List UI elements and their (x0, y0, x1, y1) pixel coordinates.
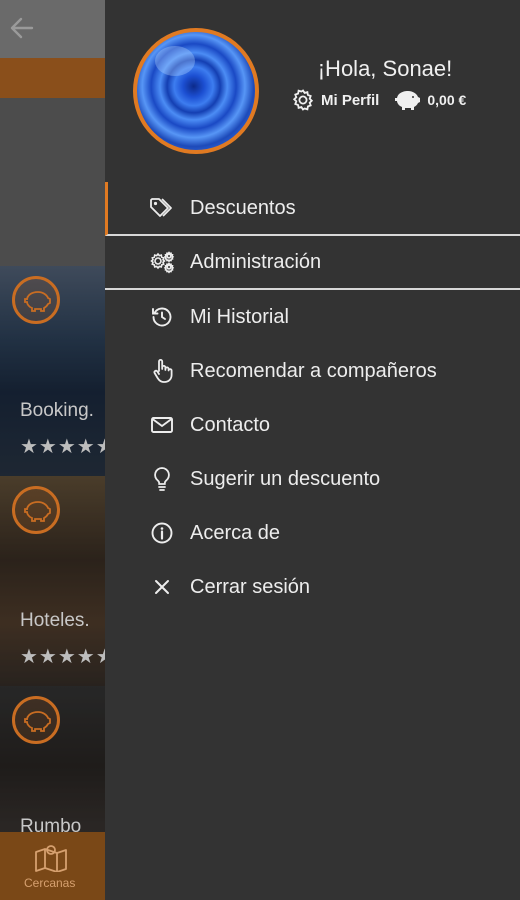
wallet-balance: 0,00 € (393, 89, 466, 111)
piggy-bank-icon (12, 486, 60, 534)
profile-row: Mi Perfil 0,00 € (291, 86, 466, 114)
menu-item-label: Administración (190, 250, 322, 273)
greeting: ¡Hola, Sonae! (317, 56, 453, 81)
menu-item-administracion[interactable]: Administración (105, 236, 520, 290)
menu-item-label: Acerca de (190, 521, 281, 544)
avatar[interactable] (133, 28, 259, 154)
piggy-bank-icon (12, 696, 60, 744)
card-title: Booking. (20, 400, 94, 421)
menu-item-cerrar-sesion[interactable]: Cerrar sesión (105, 560, 520, 614)
history-icon (149, 304, 175, 330)
gear-icon (291, 88, 315, 112)
menu-item-label: Contacto (190, 413, 271, 436)
hand-pointer-icon (149, 358, 175, 384)
rating-stars: ★★★★★ (20, 646, 110, 668)
back-arrow-icon[interactable] (8, 14, 36, 42)
offer-card[interactable]: Rumbo (0, 686, 110, 832)
menu-item-descuentos[interactable]: Descuentos (105, 182, 520, 236)
info-icon (149, 520, 175, 546)
navigation-drawer: ¡Hola, Sonae! Mi Perfil 0,00 € Descuento… (105, 0, 520, 900)
menu-item-label: Recomendar a compañeros (190, 359, 437, 382)
profile-link[interactable]: Mi Perfil (291, 88, 379, 112)
piggy-bank-icon (393, 89, 423, 111)
card-title: Hoteles. (20, 610, 90, 631)
map-pin-icon[interactable] (34, 842, 68, 872)
menu-item-label: Mi Historial (190, 305, 289, 328)
piggy-bank-icon (12, 276, 60, 324)
offer-card[interactable]: Booking. ★★★★★ (0, 266, 110, 476)
rating-stars: ★★★★★ (20, 436, 110, 458)
gears-icon (149, 249, 175, 275)
drawer-menu: Descuentos Administración Mi Historial R… (105, 182, 520, 614)
menu-item-contacto[interactable]: Contacto (105, 398, 520, 452)
menu-item-acerca-de[interactable]: Acerca de (105, 506, 520, 560)
wallet-amount: 0,00 € (427, 92, 467, 108)
menu-item-mi-historial[interactable]: Mi Historial (105, 290, 520, 344)
tag-icon (149, 195, 175, 221)
menu-item-label: Sugerir un descuento (190, 467, 381, 490)
nav-label-cercanas[interactable]: Cercanas (24, 876, 75, 890)
card-title: Rumbo (20, 816, 82, 832)
close-icon (149, 574, 175, 600)
menu-item-sugerir[interactable]: Sugerir un descuento (105, 452, 520, 506)
envelope-icon (149, 412, 175, 438)
menu-item-label: Descuentos (190, 196, 296, 219)
profile-label: Mi Perfil (321, 91, 380, 109)
lightbulb-icon (149, 466, 175, 492)
offer-card[interactable]: Hoteles. ★★★★★ (0, 476, 110, 686)
menu-item-label: Cerrar sesión (190, 575, 311, 598)
menu-item-recomendar[interactable]: Recomendar a compañeros (105, 344, 520, 398)
